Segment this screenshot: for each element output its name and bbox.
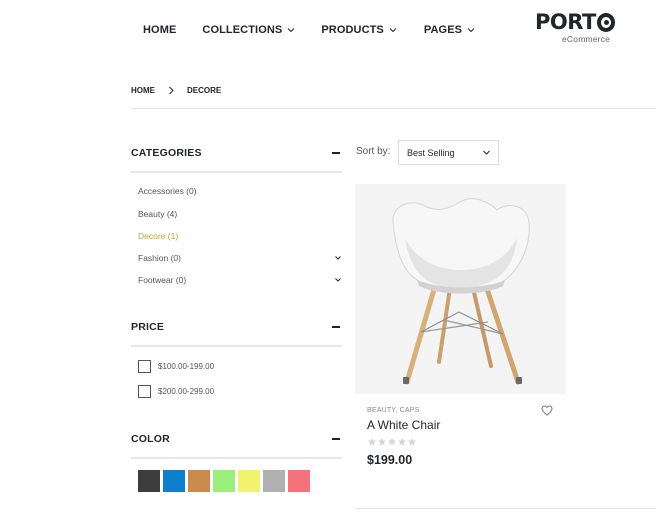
star-icon xyxy=(407,437,417,446)
star-rating xyxy=(367,437,417,447)
categories-title: CATEGORIES xyxy=(131,147,202,159)
collapse-minus-icon[interactable] xyxy=(332,438,340,440)
color-swatches xyxy=(138,470,313,492)
nav-products[interactable]: PRODUCTS xyxy=(321,24,398,36)
price-filter-100-199[interactable]: $100.00-199.00 xyxy=(138,360,214,373)
color-section: COLOR xyxy=(131,432,342,459)
category-label: Footwear (0) xyxy=(138,275,187,285)
logo-word: PORT xyxy=(535,10,596,34)
nav-products-label: PRODUCTS xyxy=(321,24,384,36)
category-item-fashion[interactable]: Fashion (0) xyxy=(138,253,342,263)
logo-wordmark: PORT xyxy=(535,10,615,34)
heart-icon[interactable] xyxy=(541,405,553,416)
nav-collections-label: COLLECTIONS xyxy=(202,24,283,36)
product-categories[interactable]: BEAUTY, CAPS xyxy=(367,407,419,414)
collapse-minus-icon[interactable] xyxy=(332,326,340,328)
product-price: $199.00 xyxy=(367,453,413,467)
category-item-footwear[interactable]: Footwear (0) xyxy=(138,275,342,285)
checkbox[interactable] xyxy=(138,360,151,373)
color-swatch[interactable] xyxy=(288,470,310,492)
category-item-decore[interactable]: Decore (1) xyxy=(138,231,342,241)
color-swatch[interactable] xyxy=(263,470,285,492)
main-nav: HOME COLLECTIONS PRODUCTS PAGES xyxy=(143,24,476,36)
price-header[interactable]: PRICE xyxy=(131,320,342,334)
price-filter-200-299[interactable]: $200.00-299.00 xyxy=(138,385,214,398)
white-chair-image xyxy=(355,184,566,394)
chevron-down-icon[interactable] xyxy=(334,276,342,284)
logo-tagline: eCommerce xyxy=(562,34,611,44)
chevron-right-icon xyxy=(167,86,175,95)
star-icon xyxy=(377,437,387,446)
collapse-minus-icon[interactable] xyxy=(332,152,340,154)
chevron-down-icon[interactable] xyxy=(334,254,342,262)
category-label: Fashion (0) xyxy=(138,253,181,263)
color-header[interactable]: COLOR xyxy=(131,432,342,446)
star-icon xyxy=(397,437,407,446)
logo-o-icon xyxy=(596,12,615,32)
breadcrumb-home[interactable]: HOME xyxy=(131,86,155,95)
chevron-down-icon xyxy=(482,148,491,157)
nav-home[interactable]: HOME xyxy=(143,24,176,36)
sort-label: Sort by: xyxy=(356,146,391,157)
price-title: PRICE xyxy=(131,321,165,333)
nav-pages-label: PAGES xyxy=(423,24,463,36)
chevron-down-icon xyxy=(388,25,398,35)
product-name[interactable]: A White Chair xyxy=(367,418,440,432)
breadcrumb: HOME DECORE xyxy=(131,86,221,95)
categories-section: CATEGORIES xyxy=(131,146,342,173)
category-item-accessories[interactable]: Accessories (0) xyxy=(138,186,342,196)
product-image[interactable] xyxy=(355,184,566,394)
product-divider xyxy=(355,508,656,509)
category-item-beauty[interactable]: Beauty (4) xyxy=(138,209,342,219)
category-label: Decore (1) xyxy=(138,231,179,241)
color-title: COLOR xyxy=(131,433,170,445)
star-icon xyxy=(387,437,397,446)
breadcrumb-divider xyxy=(131,108,656,109)
price-option-label: $200.00-299.00 xyxy=(158,387,215,396)
chevron-down-icon xyxy=(286,25,296,35)
category-label: Beauty (4) xyxy=(138,209,178,219)
nav-pages[interactable]: PAGES xyxy=(424,24,476,36)
checkbox[interactable] xyxy=(138,385,151,398)
porto-logo[interactable]: PORT eCommerce xyxy=(535,10,615,48)
color-swatch[interactable] xyxy=(213,470,235,492)
color-swatch[interactable] xyxy=(188,470,210,492)
section-divider xyxy=(131,457,342,459)
price-section: PRICE xyxy=(131,320,342,347)
breadcrumb-current: DECORE xyxy=(187,86,222,95)
sort-select-value: Best Selling xyxy=(407,147,455,158)
nav-collections[interactable]: COLLECTIONS xyxy=(202,24,296,36)
sort-select[interactable]: Best Selling xyxy=(398,140,499,165)
color-swatch[interactable] xyxy=(238,470,260,492)
color-swatch[interactable] xyxy=(138,470,160,492)
product-card: BEAUTY, CAPS A White Chair $199.00 xyxy=(355,184,566,511)
nav-home-label: HOME xyxy=(143,24,177,36)
categories-header[interactable]: CATEGORIES xyxy=(131,146,342,160)
section-divider xyxy=(131,345,342,347)
star-icon xyxy=(367,437,377,446)
color-swatch[interactable] xyxy=(163,470,185,492)
chevron-down-icon xyxy=(466,25,476,35)
price-option-label: $100.00-199.00 xyxy=(158,362,215,371)
category-label: Accessories (0) xyxy=(138,186,197,196)
section-divider xyxy=(131,171,342,173)
